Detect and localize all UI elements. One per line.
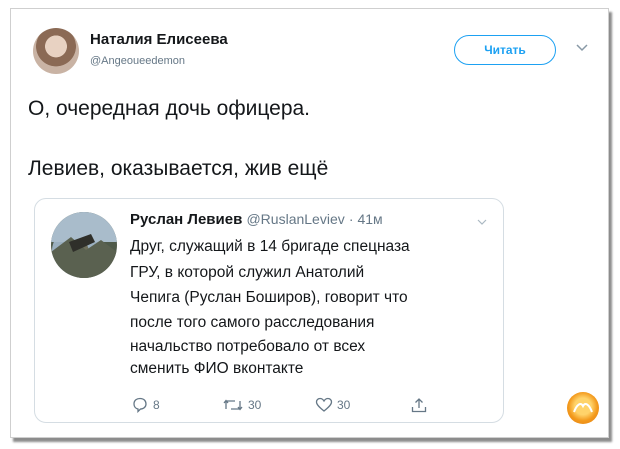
quoted-author[interactable]: Руслан Левиев @RuslanLeviev · 41м — [130, 211, 383, 228]
author-name[interactable]: Наталия Елисеева — [90, 31, 228, 48]
avatar-photo — [51, 212, 117, 278]
quoted-text-line: Друг, служащий в 14 бригаде спецназа — [130, 238, 410, 255]
quoted-author-avatar[interactable] — [51, 212, 117, 278]
like-count: 30 — [337, 398, 351, 412]
retweet-action[interactable]: 30 — [222, 397, 261, 413]
quoted-time[interactable]: · 41м — [349, 211, 383, 227]
reply-action[interactable]: 8 — [131, 397, 160, 413]
share-icon — [411, 398, 427, 413]
author-avatar[interactable] — [33, 28, 79, 74]
watermark-logo-icon — [567, 392, 599, 424]
quoted-text-line: Чепига (Руслан Боширов), говорит что — [130, 289, 408, 306]
quoted-text-line: после того самого расследования — [130, 314, 375, 331]
like-action[interactable]: 30 — [315, 397, 350, 413]
quoted-text-line: начальство потребовало от всех — [130, 338, 366, 355]
retweet-icon — [223, 399, 243, 411]
retweet-count: 30 — [248, 398, 262, 412]
quoted-author-handle[interactable]: @RuslanLeviev — [246, 211, 344, 227]
tweet-text-line-2: Левиев, оказывается, жив ещё — [28, 157, 329, 180]
quoted-author-name[interactable]: Руслан Левиев — [130, 211, 242, 228]
follow-button[interactable]: Читать — [454, 35, 556, 65]
quoted-text-line: ГРУ, в которой служил Анатолий — [130, 264, 365, 281]
share-action[interactable] — [410, 397, 428, 413]
tweet-text-line-1: О, очередная дочь офицера. — [28, 97, 311, 120]
chevron-down-icon[interactable] — [575, 43, 589, 53]
logo-mark — [573, 403, 593, 413]
reply-count: 8 — [153, 398, 160, 412]
quoted-chevron-down-icon[interactable] — [477, 219, 487, 226]
author-handle[interactable]: @Angeoueedemon — [90, 55, 185, 67]
like-icon — [315, 397, 333, 412]
reply-icon — [133, 397, 147, 413]
quoted-text-line: сменить ФИО вконтакте — [130, 360, 304, 377]
